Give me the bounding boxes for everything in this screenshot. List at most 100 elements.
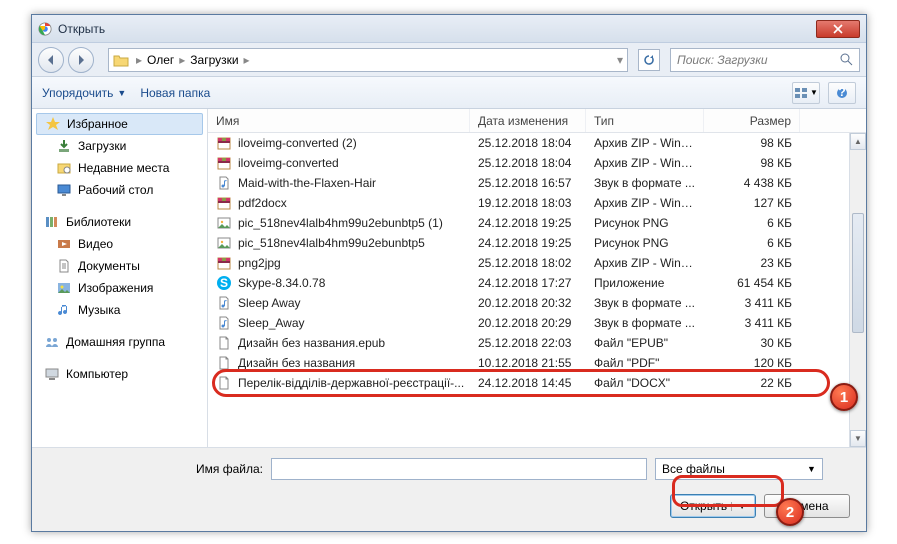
file-size: 3 411 КБ <box>704 316 800 330</box>
file-icon <box>216 135 232 151</box>
titlebar: Открыть <box>32 15 866 43</box>
view-button[interactable]: ▼ <box>792 82 820 104</box>
svg-text:S: S <box>220 276 228 290</box>
forward-button[interactable] <box>68 47 94 73</box>
file-icon <box>216 195 232 211</box>
file-date: 25.12.2018 18:04 <box>470 156 586 170</box>
file-row[interactable]: Дизайн без названия10.12.2018 21:55Файл … <box>208 353 866 373</box>
file-row[interactable]: Sleep_Away20.12.2018 20:29Звук в формате… <box>208 313 866 333</box>
sidebar-videos[interactable]: Видео <box>32 233 207 255</box>
view-icon <box>794 87 808 99</box>
filename-label: Имя файла: <box>196 462 263 476</box>
crumb-downloads[interactable]: Загрузки <box>186 53 242 67</box>
col-date[interactable]: Дата изменения <box>470 109 586 132</box>
file-date: 20.12.2018 20:32 <box>470 296 586 310</box>
file-icon <box>216 215 232 231</box>
col-size[interactable]: Размер <box>704 109 800 132</box>
file-name: Sleep_Away <box>238 316 305 330</box>
file-row[interactable]: pic_518nev4lalb4hm99u2ebunbtp5 24.12.2018… <box>208 233 866 253</box>
file-row[interactable]: pdf2docx 19.12.2018 18:03Архив ZIP - WinR… <box>208 193 866 213</box>
file-name: pic_518nev4lalb4hm99u2ebunbtp5 <box>238 236 425 250</box>
file-row[interactable]: iloveimg-converted25.12.2018 18:04Архив … <box>208 153 866 173</box>
file-type: Архив ZIP - WinR... <box>586 196 704 210</box>
file-row[interactable]: iloveimg-converted (2)25.12.2018 18:04Ар… <box>208 133 866 153</box>
file-size: 4 438 КБ <box>704 176 800 190</box>
sidebar-documents[interactable]: Документы <box>32 255 207 277</box>
footer: Имя файла: Все файлы▼ Открыть▼ Отмена <box>32 447 866 531</box>
pictures-icon <box>56 280 72 296</box>
nav-bar: ▸ Олег ▸ Загрузки ▸ ▾ Поиск: Загрузки <box>32 43 866 77</box>
close-icon <box>833 24 843 34</box>
star-icon <box>45 116 61 132</box>
sidebar-downloads[interactable]: Загрузки <box>32 135 207 157</box>
close-button[interactable] <box>816 20 860 38</box>
file-date: 24.12.2018 17:27 <box>470 276 586 290</box>
file-type: Звук в формате ... <box>586 316 704 330</box>
search-placeholder: Поиск: Загрузки <box>677 53 768 67</box>
file-type: Архив ZIP - WinR... <box>586 136 704 150</box>
recent-icon <box>56 160 72 176</box>
file-name: pic_518nev4lalb4hm99u2ebunbtp5 (1) <box>238 216 443 230</box>
video-icon <box>56 236 72 252</box>
sidebar-homegroup[interactable]: Домашняя группа <box>32 331 207 353</box>
file-size: 30 КБ <box>704 336 800 350</box>
search-icon <box>840 53 853 66</box>
file-name: iloveimg-converted <box>238 156 339 170</box>
chrome-icon <box>38 22 52 36</box>
file-row[interactable]: Дизайн без названия.epub25.12.2018 22:03… <box>208 333 866 353</box>
body: Избранное Загрузки Недавние места Рабочи… <box>32 109 866 447</box>
scroll-thumb[interactable] <box>852 213 864 333</box>
download-icon <box>56 138 72 154</box>
sidebar-desktop[interactable]: Рабочий стол <box>32 179 207 201</box>
window-title: Открыть <box>58 22 816 36</box>
file-date: 19.12.2018 18:03 <box>470 196 586 210</box>
chevron-down-icon[interactable]: ▾ <box>617 53 623 67</box>
chevron-right-icon: ▸ <box>178 53 186 67</box>
file-size: 6 КБ <box>704 236 800 250</box>
back-button[interactable] <box>38 47 64 73</box>
chevron-down-icon: ▼ <box>731 502 746 511</box>
file-row[interactable]: Перелік-відділів-державної-реєстрації-..… <box>208 373 866 393</box>
toolbar: Упорядочить▼ Новая папка ▼ ? <box>32 77 866 109</box>
file-name: Maid-with-the-Flaxen-Hair <box>238 176 376 190</box>
filetype-filter[interactable]: Все файлы▼ <box>655 458 823 480</box>
sidebar-music[interactable]: Музыка <box>32 299 207 321</box>
file-row[interactable]: SSkype-8.34.0.7824.12.2018 17:27Приложен… <box>208 273 866 293</box>
marker-2: 2 <box>776 498 804 526</box>
file-date: 25.12.2018 16:57 <box>470 176 586 190</box>
open-button[interactable]: Открыть▼ <box>670 494 756 518</box>
sidebar-computer[interactable]: Компьютер <box>32 363 207 385</box>
file-name: pdf2docx <box>238 196 287 210</box>
col-type[interactable]: Тип <box>586 109 704 132</box>
crumb-user[interactable]: Олег <box>143 53 178 67</box>
col-name[interactable]: Имя <box>208 109 470 132</box>
sidebar-recent[interactable]: Недавние места <box>32 157 207 179</box>
file-type: Приложение <box>586 276 704 290</box>
svg-text:?: ? <box>838 87 845 99</box>
file-row[interactable]: Sleep Away20.12.2018 20:32Звук в формате… <box>208 293 866 313</box>
sidebar-favorites[interactable]: Избранное <box>36 113 203 135</box>
scroll-down-icon[interactable]: ▼ <box>850 430 866 447</box>
search-input[interactable]: Поиск: Загрузки <box>670 48 860 72</box>
chevron-down-icon: ▼ <box>807 464 816 474</box>
file-row[interactable]: png2jpg25.12.2018 18:02Архив ZIP - WinR.… <box>208 253 866 273</box>
file-date: 24.12.2018 14:45 <box>470 376 586 390</box>
file-type: Файл "PDF" <box>586 356 704 370</box>
file-icon <box>216 355 232 371</box>
file-date: 25.12.2018 22:03 <box>470 336 586 350</box>
refresh-button[interactable] <box>638 49 660 71</box>
scroll-up-icon[interactable]: ▲ <box>850 133 866 150</box>
help-button[interactable]: ? <box>828 82 856 104</box>
sidebar-libraries[interactable]: Библиотеки <box>32 211 207 233</box>
column-headers: Имя Дата изменения Тип Размер <box>208 109 866 133</box>
file-row[interactable]: Maid-with-the-Flaxen-Hair 25.12.2018 16:5… <box>208 173 866 193</box>
file-date: 24.12.2018 19:25 <box>470 236 586 250</box>
file-name: iloveimg-converted (2) <box>238 136 357 150</box>
organize-button[interactable]: Упорядочить▼ <box>42 86 126 100</box>
sidebar-pictures[interactable]: Изображения <box>32 277 207 299</box>
file-row[interactable]: pic_518nev4lalb4hm99u2ebunbtp5 (1)24.12.… <box>208 213 866 233</box>
breadcrumb[interactable]: ▸ Олег ▸ Загрузки ▸ ▾ <box>108 48 628 72</box>
arrow-left-icon <box>45 54 57 66</box>
filename-input[interactable] <box>271 458 647 480</box>
new-folder-button[interactable]: Новая папка <box>140 86 210 100</box>
